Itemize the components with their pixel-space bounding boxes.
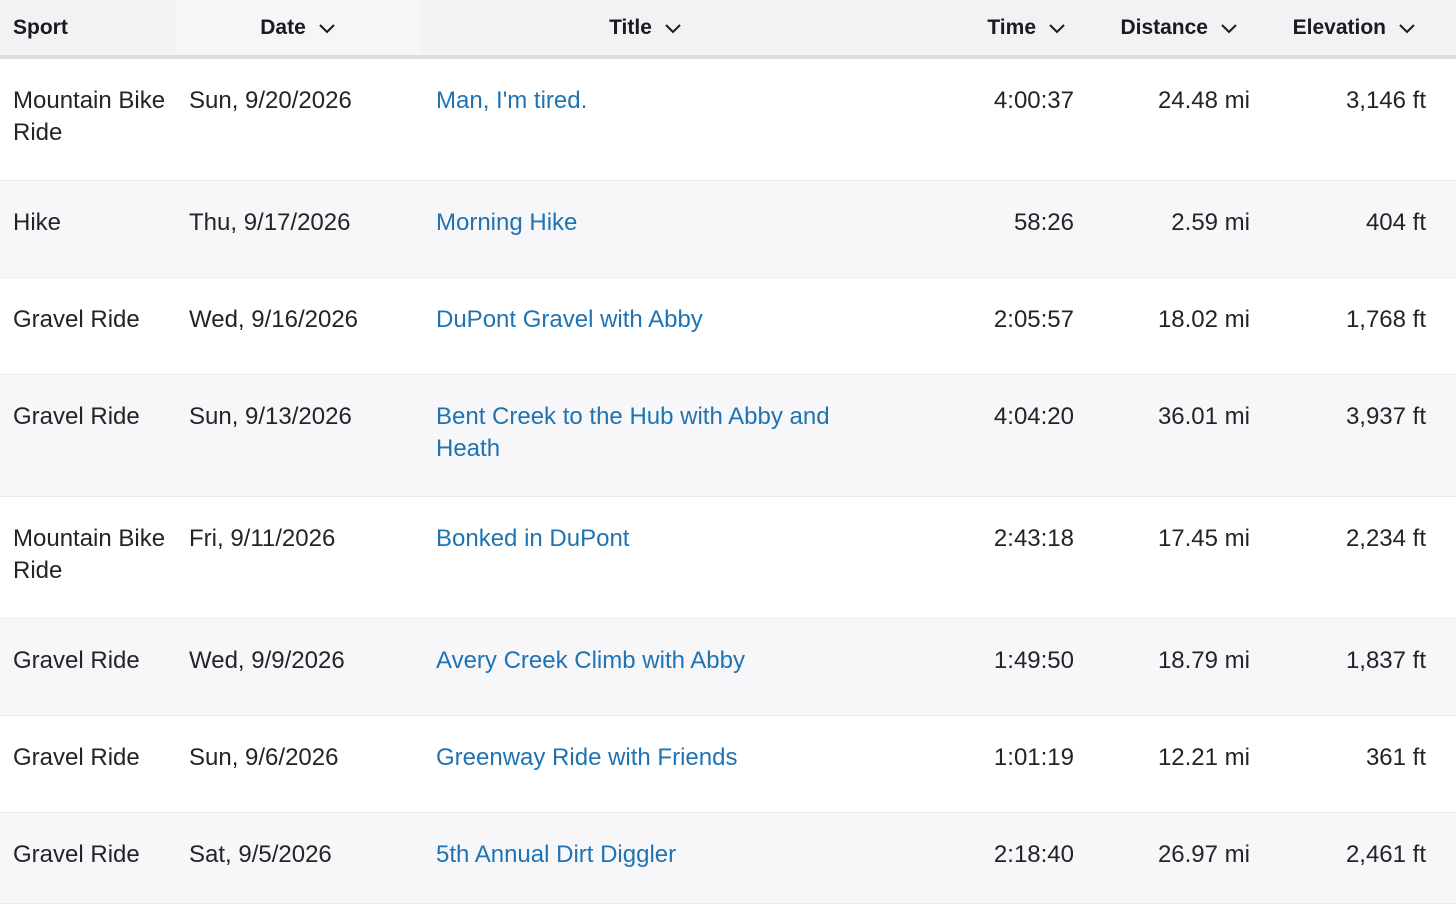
sport-cell: Gravel Ride — [13, 744, 140, 771]
time-cell: 1:01:19 — [993, 744, 1074, 771]
elevation-cell: 2,461 ft — [1345, 841, 1426, 868]
elevation-cell: 404 ft — [1365, 209, 1426, 236]
time-cell: 4:04:20 — [993, 403, 1074, 430]
sport-cell: Gravel Ride — [13, 647, 140, 674]
title-cell: Bonked in DuPont — [421, 497, 870, 618]
distance-cell: 36.01 mi — [1157, 403, 1250, 430]
elevation-cell: 361 ft — [1365, 744, 1426, 771]
table-row: Gravel Ride Sun, 9/6/2026 Greenway Ride … — [0, 716, 1456, 813]
title-cell: 5th Annual Dirt Diggler — [421, 813, 870, 903]
activity-title-link[interactable]: Bonked in DuPont — [436, 525, 629, 552]
title-cell: Man, I'm tired. — [421, 59, 870, 180]
time-cell: 58:26 — [1013, 209, 1074, 236]
distance-cell: 17.45 mi — [1157, 525, 1250, 552]
elevation-cell: 3,937 ft — [1345, 403, 1426, 430]
column-header-time[interactable]: Time — [870, 0, 1080, 55]
elevation-cell: 1,768 ft — [1345, 306, 1426, 333]
column-header-title[interactable]: Title — [421, 0, 870, 55]
title-cell: Greenway Ride with Friends — [421, 716, 870, 812]
distance-cell: 26.97 mi — [1157, 841, 1250, 868]
column-header-distance[interactable]: Distance — [1080, 0, 1256, 55]
activity-title-link[interactable]: DuPont Gravel with Abby — [436, 306, 703, 333]
column-label: Title — [609, 15, 652, 39]
elevation-cell: 2,234 ft — [1345, 525, 1426, 552]
table-row: Mountain Bike Ride Fri, 9/11/2026 Bonked… — [0, 497, 1456, 619]
table-row: Gravel Ride Sun, 9/13/2026 Bent Creek to… — [0, 375, 1456, 497]
time-cell: 2:18:40 — [993, 841, 1074, 868]
activity-title-link[interactable]: Greenway Ride with Friends — [436, 744, 737, 771]
chevron-down-icon — [664, 22, 682, 34]
table-body: Mountain Bike Ride Sun, 9/20/2026 Man, I… — [0, 59, 1456, 904]
activities-table: Sport Date Title Time Distance Elevation… — [0, 0, 1456, 904]
time-cell: 1:49:50 — [993, 647, 1074, 674]
activity-title-link[interactable]: 5th Annual Dirt Diggler — [436, 841, 676, 868]
title-cell: Bent Creek to the Hub with Abby and Heat… — [421, 375, 870, 496]
column-label: Distance — [1120, 15, 1208, 39]
column-label: Elevation — [1292, 15, 1386, 39]
sport-cell: Gravel Ride — [13, 841, 140, 868]
distance-cell: 2.59 mi — [1171, 209, 1250, 236]
sport-cell: Gravel Ride — [13, 403, 140, 430]
title-cell: Avery Creek Climb with Abby — [421, 619, 870, 715]
column-label: Sport — [13, 15, 68, 39]
sport-cell: Gravel Ride — [13, 306, 140, 333]
chevron-down-icon — [1048, 22, 1066, 34]
time-cell: 2:43:18 — [993, 525, 1074, 552]
table-header: Sport Date Title Time Distance Elevation — [0, 0, 1456, 59]
column-label: Date — [260, 15, 306, 39]
distance-cell: 18.79 mi — [1157, 647, 1250, 674]
table-row: Gravel Ride Wed, 9/16/2026 DuPont Gravel… — [0, 278, 1456, 375]
time-cell: 4:00:37 — [993, 87, 1074, 114]
date-cell: Sun, 9/20/2026 — [189, 87, 352, 114]
activity-title-link[interactable]: Man, I'm tired. — [436, 87, 587, 114]
column-label: Time — [987, 15, 1036, 39]
table-row: Gravel Ride Wed, 9/9/2026 Avery Creek Cl… — [0, 619, 1456, 716]
chevron-down-icon — [318, 22, 336, 34]
distance-cell: 24.48 mi — [1157, 87, 1250, 114]
date-cell: Sat, 9/5/2026 — [189, 841, 332, 868]
column-header-sport: Sport — [0, 0, 175, 55]
distance-cell: 12.21 mi — [1157, 744, 1250, 771]
chevron-down-icon — [1398, 22, 1416, 34]
title-cell: DuPont Gravel with Abby — [421, 278, 870, 374]
column-header-elevation[interactable]: Elevation — [1256, 0, 1456, 55]
date-cell: Sun, 9/13/2026 — [189, 403, 352, 430]
elevation-cell: 3,146 ft — [1345, 87, 1426, 114]
distance-cell: 18.02 mi — [1157, 306, 1250, 333]
table-row: Mountain Bike Ride Sun, 9/20/2026 Man, I… — [0, 59, 1456, 181]
date-cell: Wed, 9/16/2026 — [189, 306, 359, 333]
activity-title-link[interactable]: Bent Creek to the Hub with Abby and Heat… — [436, 403, 830, 462]
time-cell: 2:05:57 — [993, 306, 1074, 333]
table-row: Gravel Ride Sat, 9/5/2026 5th Annual Dir… — [0, 813, 1456, 904]
sport-cell: Mountain Bike Ride — [13, 525, 166, 584]
date-cell: Fri, 9/11/2026 — [189, 525, 336, 552]
activity-title-link[interactable]: Morning Hike — [436, 209, 577, 236]
sport-cell: Mountain Bike Ride — [13, 87, 166, 146]
sport-cell: Hike — [13, 209, 62, 236]
activity-title-link[interactable]: Avery Creek Climb with Abby — [436, 647, 745, 674]
title-cell: Morning Hike — [421, 181, 870, 277]
elevation-cell: 1,837 ft — [1345, 647, 1426, 674]
date-cell: Wed, 9/9/2026 — [189, 647, 345, 674]
table-row: Hike Thu, 9/17/2026 Morning Hike 58:26 2… — [0, 181, 1456, 278]
chevron-down-icon — [1220, 22, 1238, 34]
date-cell: Sun, 9/6/2026 — [189, 744, 339, 771]
date-cell: Thu, 9/17/2026 — [189, 209, 351, 236]
column-header-date[interactable]: Date — [175, 0, 421, 55]
